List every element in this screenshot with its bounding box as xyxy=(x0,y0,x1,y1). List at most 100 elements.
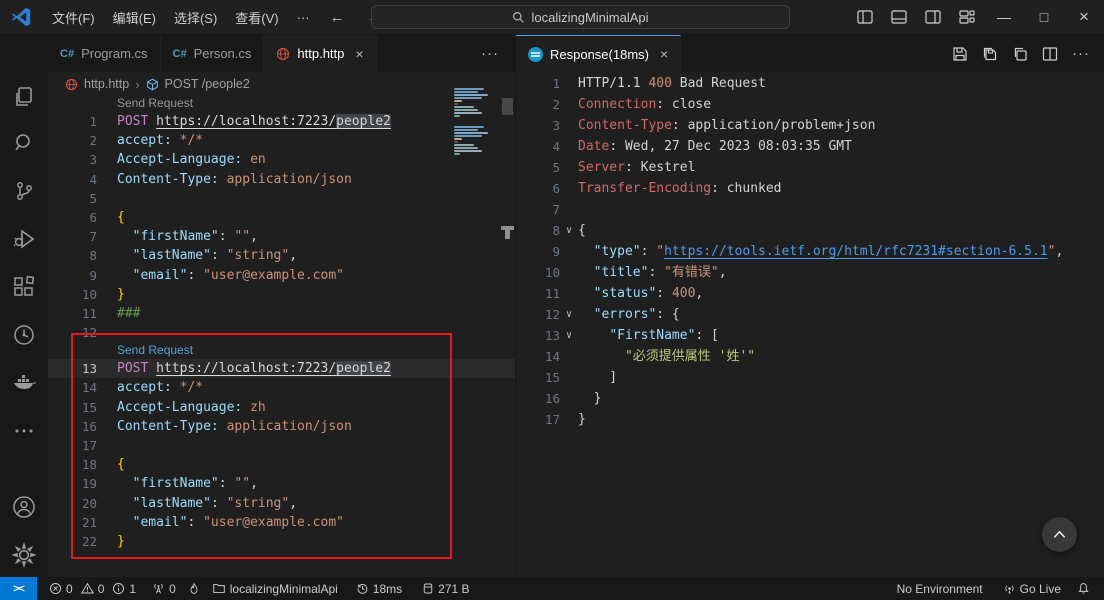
url-link[interactable]: https://localhost:7223/ xyxy=(156,114,336,129)
source-control-icon[interactable] xyxy=(0,171,48,211)
project-name: localizingMinimalApi xyxy=(230,582,338,596)
code-line: 1POST https://localhost:7223/people2 xyxy=(48,112,515,131)
toggle-secondary-sidebar-icon[interactable] xyxy=(916,0,950,34)
explorer-icon[interactable] xyxy=(0,77,48,117)
line-number: 17 xyxy=(516,409,560,430)
project-status[interactable]: localizingMinimalApi xyxy=(206,577,344,600)
close-tab-icon[interactable]: × xyxy=(660,46,668,62)
editor-more-actions[interactable]: ··· xyxy=(1072,45,1090,62)
code-token: } xyxy=(578,391,601,406)
line-number: 15 xyxy=(48,398,97,417)
remote-indicator[interactable]: >< xyxy=(0,577,37,600)
code-token xyxy=(219,172,227,187)
hot-reload-status[interactable] xyxy=(182,577,206,600)
toggle-panel-icon[interactable] xyxy=(882,0,916,34)
scrollbar-thumb[interactable] xyxy=(502,98,513,115)
tab-response[interactable]: Response(18ms) × xyxy=(516,35,681,72)
breadcrumb-file[interactable]: http.http xyxy=(84,77,129,91)
clock-extension-icon[interactable] xyxy=(0,315,48,355)
extensions-icon[interactable] xyxy=(0,267,48,307)
run-debug-icon[interactable] xyxy=(0,219,48,259)
tab-http-http[interactable]: http.http × xyxy=(264,35,376,72)
scroll-to-top-button[interactable] xyxy=(1042,517,1077,552)
tab-person-cs[interactable]: C# Person.cs xyxy=(161,35,265,72)
menu-file[interactable]: 文件(F) xyxy=(43,5,104,30)
response-size: 271 B xyxy=(438,582,469,596)
code-token: : { xyxy=(656,307,679,322)
environment-status[interactable]: No Environment xyxy=(891,577,989,600)
ports-status[interactable]: 0 xyxy=(146,577,182,600)
code-line: 17 xyxy=(48,436,515,455)
url-link[interactable]: https://localhost:7223/ xyxy=(156,361,336,376)
tab-label: Program.cs xyxy=(81,46,147,61)
database-icon xyxy=(422,582,434,595)
line-number: 10 xyxy=(516,262,560,283)
close-window-button[interactable]: × xyxy=(1064,0,1104,34)
radio-tower-icon xyxy=(152,582,165,595)
url-link[interactable]: people2 xyxy=(336,114,391,129)
tab-label: Response(18ms) xyxy=(550,47,649,62)
code-token: Connection xyxy=(578,97,656,112)
request-editor[interactable]: Send Request 1POST https://localhost:7223… xyxy=(48,95,515,577)
code-line: 10} xyxy=(48,285,515,304)
tab-program-cs[interactable]: C# Program.cs xyxy=(48,35,161,72)
save-all-icon[interactable] xyxy=(982,46,998,62)
search-sidebar-icon[interactable] xyxy=(0,123,48,163)
size-status[interactable]: 271 B xyxy=(416,577,475,600)
url-link[interactable]: people2 xyxy=(336,361,391,376)
maximize-button[interactable]: □ xyxy=(1024,0,1064,34)
line-number: 14 xyxy=(516,346,560,367)
docker-icon[interactable] xyxy=(0,363,48,403)
code-token: "user@example.com" xyxy=(203,515,344,530)
toggle-sidebar-icon[interactable] xyxy=(848,0,882,34)
notifications-button[interactable] xyxy=(1071,577,1096,600)
menu-more[interactable]: ··· xyxy=(288,7,319,28)
code-token: : xyxy=(211,496,227,511)
line-number: 22 xyxy=(48,532,97,551)
editor-group-request: C# Program.cs C# Person.cs http.http × xyxy=(48,35,516,577)
send-request-link[interactable]: Send Request xyxy=(117,343,193,357)
back-arrow-icon[interactable]: ← xyxy=(319,9,356,26)
go-live-button[interactable]: Go Live xyxy=(997,577,1067,600)
send-request-codelens[interactable]: Send Request xyxy=(48,95,515,112)
code-token: { xyxy=(117,457,125,472)
code-line: 7 xyxy=(516,199,1104,220)
send-request-codelens[interactable]: Send Request xyxy=(48,342,515,359)
code-line: 6Transfer-Encoding: chunked xyxy=(516,178,1104,199)
duration-status[interactable]: 18ms xyxy=(350,577,408,600)
code-token xyxy=(172,380,180,395)
close-tab-icon[interactable]: × xyxy=(355,46,363,62)
info-icon xyxy=(112,582,125,595)
broadcast-icon xyxy=(1003,582,1016,595)
copy-icon[interactable] xyxy=(1012,46,1028,62)
send-request-link[interactable]: Send Request xyxy=(117,96,193,110)
code-token: "string" xyxy=(227,496,290,511)
fold-chevron-icon[interactable]: ∨ xyxy=(560,220,578,241)
customize-layout-icon[interactable] xyxy=(950,0,984,34)
menu-view[interactable]: 查看(V) xyxy=(226,5,287,30)
code-token: { xyxy=(578,223,586,238)
account-icon[interactable] xyxy=(0,487,48,527)
response-editor[interactable]: 1HTTP/1.1 400 Bad Request2Connection: cl… xyxy=(516,73,1104,577)
menu-selection[interactable]: 选择(S) xyxy=(165,5,226,30)
more-views-icon[interactable] xyxy=(0,411,48,451)
url-link[interactable]: https://tools.ietf.org/html/rfc7231#sect… xyxy=(664,244,1048,259)
code-line: 13∨ "FirstName": [ xyxy=(516,325,1104,346)
code-token: "errors" xyxy=(594,307,657,322)
code-line: 16Content-Type: application/json xyxy=(48,417,515,436)
minimap[interactable] xyxy=(454,88,494,156)
command-center-search[interactable]: localizingMinimalApi xyxy=(371,5,790,29)
line-number: 3 xyxy=(48,150,97,169)
save-icon[interactable] xyxy=(952,46,968,62)
fold-chevron-icon[interactable]: ∨ xyxy=(560,325,578,346)
menu-edit[interactable]: 编辑(E) xyxy=(104,5,165,30)
tab-overflow-button[interactable]: ··· xyxy=(465,35,515,72)
breadcrumb-symbol[interactable]: POST /people2 xyxy=(165,77,250,91)
settings-gear-icon[interactable] xyxy=(0,535,48,575)
fold-chevron-icon[interactable]: ∨ xyxy=(560,304,578,325)
split-editor-icon[interactable] xyxy=(1042,46,1058,62)
scrollbar[interactable] xyxy=(500,95,515,577)
problems-status[interactable]: 0 0 1 xyxy=(43,577,142,600)
minimize-button[interactable]: — xyxy=(984,0,1024,34)
code-token: "lastName" xyxy=(133,496,211,511)
